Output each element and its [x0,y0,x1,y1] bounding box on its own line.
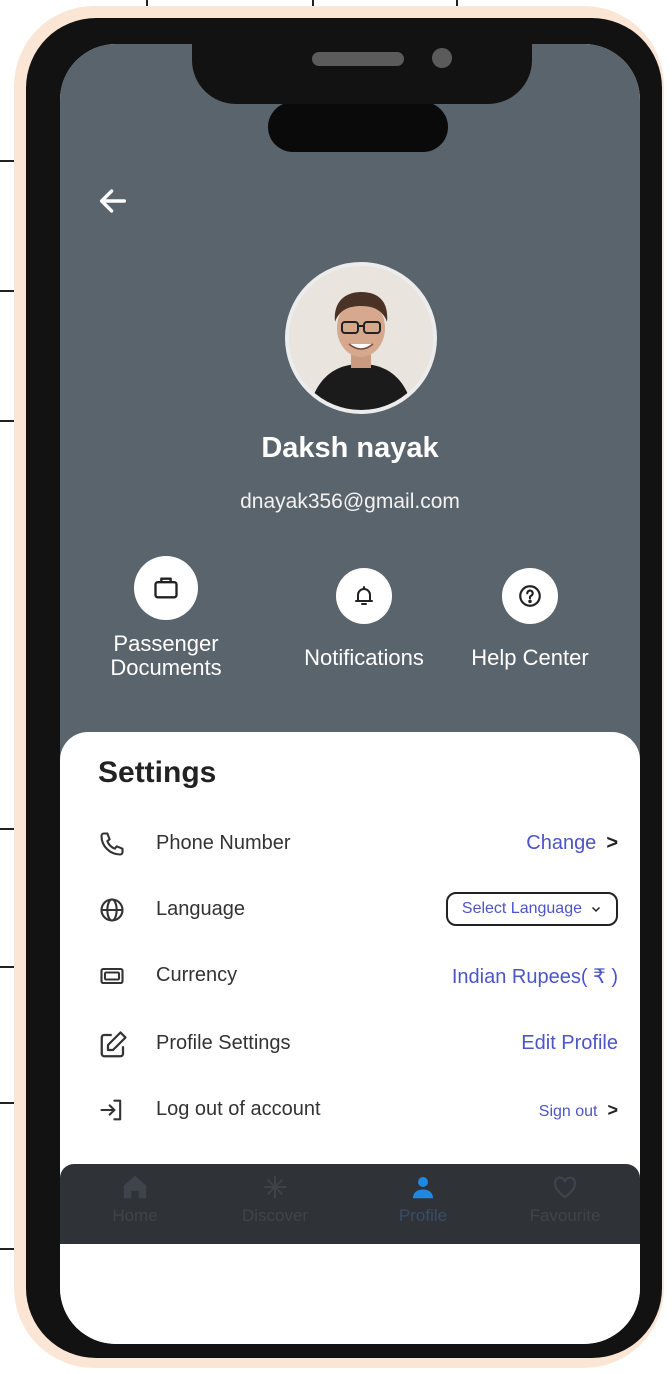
quick-action-label: Help Center [471,645,589,670]
dynamic-island [268,102,448,152]
phone-notch [192,44,532,104]
nav-profile[interactable]: Profile [368,1172,478,1226]
quick-action-label: Notifications [304,645,424,670]
sparkle-icon [263,1175,287,1199]
sign-out-link[interactable]: Sign out > [539,1100,618,1121]
chevron-down-icon [591,906,601,913]
settings-row-language[interactable]: Language Select Language [98,890,618,930]
settings-card: Settings Phone Number Change > Language S… [60,732,640,1344]
settings-row-label: Profile Settings [156,1032,291,1054]
app-screen: Daksh nayak dnayak356@gmail.com Passenge… [60,44,640,1344]
currency-icon [98,962,128,992]
camera [432,48,452,68]
language-select[interactable]: Select Language [445,892,618,926]
settings-row-profile[interactable]: Profile Settings Edit Profile [98,1024,618,1064]
bell-icon [336,568,392,624]
settings-row-currency[interactable]: Currency Indian Rupees( ₹ ) [98,956,618,996]
settings-row-action: Sign out [538,1103,598,1120]
settings-row-label: Currency [156,964,238,986]
nav-home[interactable]: Home [80,1172,190,1226]
avatar[interactable] [285,262,437,414]
heart-icon [553,1176,577,1199]
bottom-nav: Home Discover Profile Favourite [60,1164,640,1244]
settings-row-label: Language [156,898,245,920]
nav-label: Profile [398,1206,448,1225]
help-center-button[interactable]: Help Center [458,568,602,670]
logout-icon [98,1096,128,1126]
nav-favourite[interactable]: Favourite [510,1172,620,1226]
profile-email: dnayak356@gmail.com [240,490,460,513]
nav-label: Discover [241,1206,309,1225]
settings-title: Settings [98,756,217,789]
quick-action-label: Documents [110,655,222,680]
language-select-value: Select Language [461,900,582,917]
chevron-right-icon: > [606,832,618,854]
change-phone-link[interactable]: Change > [526,832,618,855]
nav-label: Home [112,1206,158,1225]
settings-row-action: Change [526,832,597,854]
edit-icon [98,1030,128,1060]
notifications-button[interactable]: Notifications [284,568,444,670]
phone-icon [98,830,128,860]
home-icon [123,1175,147,1199]
profile-name: Daksh nayak [261,432,439,464]
nav-label: Favourite [529,1206,601,1225]
edit-profile-link[interactable]: Edit Profile [521,1032,618,1055]
back-arrow-icon[interactable] [96,184,130,218]
nav-discover[interactable]: Discover [220,1172,330,1226]
user-icon [413,1177,433,1199]
settings-row-label: Phone Number [156,832,291,854]
passenger-documents-button[interactable]: Passenger Documents [96,556,236,680]
settings-row-logout[interactable]: Log out of account Sign out > [98,1090,618,1130]
globe-icon [98,896,128,926]
quick-action-label: Passenger [113,631,219,656]
currency-value[interactable]: Indian Rupees( ₹ ) [452,964,618,989]
settings-row-label: Log out of account [156,1098,321,1120]
settings-row-phone[interactable]: Phone Number Change > [98,824,618,864]
chevron-right-icon: > [607,1100,618,1120]
speaker [312,52,404,66]
briefcase-icon [134,556,198,620]
question-icon [502,568,558,624]
